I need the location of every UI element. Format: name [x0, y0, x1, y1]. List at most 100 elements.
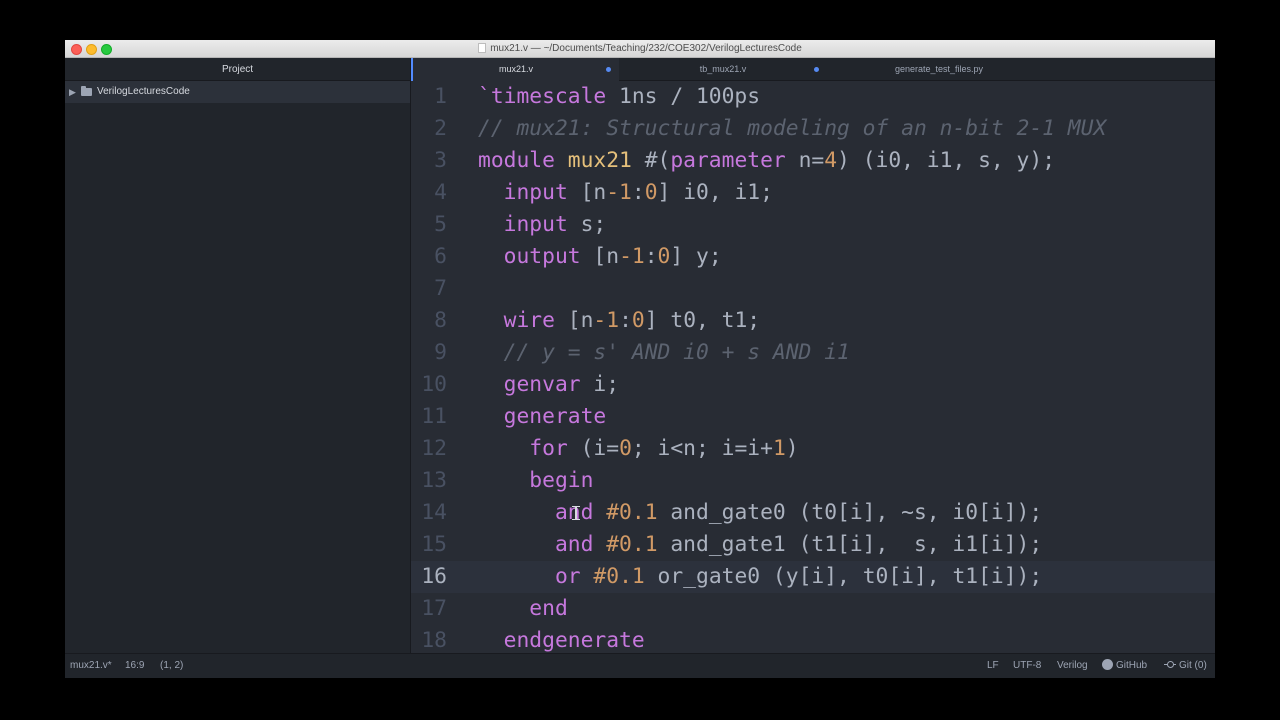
code-text: input [n-1:0] i0, i1;	[478, 177, 773, 209]
title-bar: mux21.v — ~/Documents/Teaching/232/COE30…	[65, 40, 1215, 58]
line-number: 10	[421, 372, 447, 397]
code-token: )	[785, 436, 799, 461]
status-cursor-position[interactable]: 16:9	[125, 654, 144, 678]
code-token: for	[529, 436, 568, 461]
text-cursor-icon	[572, 506, 580, 520]
line-number: 16	[421, 564, 447, 589]
code-token: [n	[554, 308, 594, 333]
code-token: and	[554, 532, 594, 557]
status-grammar[interactable]: Verilog	[1057, 654, 1088, 678]
code-token: s;	[567, 212, 607, 237]
code-token: end	[529, 596, 568, 621]
code-token: [n	[567, 180, 607, 205]
code-text: module mux21 #(parameter n=4) (i0, i1, s…	[478, 145, 1055, 177]
code-line[interactable]: 16 or #0.1 or_gate0 (y[i], t0[i], t1[i])…	[411, 561, 1215, 593]
line-number: 13	[421, 468, 447, 493]
status-encoding[interactable]: UTF-8	[1013, 654, 1041, 678]
status-git[interactable]: Git (0)	[1164, 654, 1207, 678]
line-number: 4	[434, 180, 447, 205]
code-token: // y = s' AND i0 + s AND i1	[503, 340, 850, 365]
tab-label: generate_test_files.py	[894, 64, 984, 74]
code-line[interactable]: 9 // y = s' AND i0 + s AND i1	[411, 337, 1215, 369]
code-text: // mux21: Structural modeling of an n-bi…	[478, 113, 1106, 145]
code-token: and_gate1 (t1[i], s, i1[i]);	[657, 532, 1043, 557]
github-label: GitHub	[1116, 660, 1148, 671]
status-github[interactable]: GitHub	[1102, 654, 1147, 678]
tree-item-verilog-lectures-code[interactable]: ▶ VerilogLecturesCode	[65, 81, 410, 103]
code-text: wire [n-1:0] t0, t1;	[478, 305, 760, 337]
code-editor[interactable]: 1 `timescale 1ns / 100ps 2 // mux21: Struct…	[411, 81, 1215, 653]
code-line[interactable]: 5 input s;	[411, 209, 1215, 241]
tab-label: tb_mux21.v	[699, 64, 747, 74]
code-token: 1ns / 100ps	[606, 84, 761, 109]
line-number: 8	[434, 308, 447, 333]
code-token: ] y;	[670, 244, 722, 269]
code-token: parameter	[670, 148, 786, 173]
code-line[interactable]: 1 `timescale 1ns / 100ps	[411, 81, 1215, 113]
code-line[interactable]: 13 begin	[411, 465, 1215, 497]
line-number: 3	[434, 148, 447, 173]
code-line[interactable]: 14 and #0.1 and_gate0 (t0[i], ~s, i0[i])…	[411, 497, 1215, 529]
code-line[interactable]: 8 wire [n-1:0] t0, t1;	[411, 305, 1215, 337]
sidebar-header: Project	[65, 58, 410, 81]
git-label: Git (0)	[1179, 660, 1207, 671]
code-line[interactable]: 3 module mux21 #(parameter n=4) (i0, i1, …	[411, 145, 1215, 177]
status-bar: mux21.v* 16:9 (1, 2) LF UTF-8 Verilog Gi…	[65, 653, 1215, 678]
chevron-right-icon[interactable]: ▶	[69, 81, 76, 103]
document-icon	[478, 43, 487, 53]
tab-tb-mux21[interactable]: tb_mux21.v	[619, 58, 827, 81]
status-line-ending[interactable]: LF	[987, 654, 999, 678]
status-file-name[interactable]: mux21.v*	[70, 654, 112, 678]
code-line[interactable]: 17 end	[411, 593, 1215, 625]
line-number: 5	[434, 212, 447, 237]
line-number: 14	[421, 500, 447, 525]
line-number: 15	[421, 532, 447, 557]
code-token: input	[503, 180, 568, 205]
line-number: 9	[434, 340, 447, 365]
code-token: :	[644, 244, 658, 269]
code-line[interactable]: 18 endgenerate	[411, 625, 1215, 653]
code-token: input	[503, 212, 568, 237]
folder-icon	[81, 86, 92, 96]
code-token: or_gate0 (y[i], t0[i], t1[i]);	[644, 564, 1043, 589]
code-text: begin	[478, 465, 593, 497]
git-commit-icon	[1164, 659, 1176, 670]
code-line[interactable]: 11 generate	[411, 401, 1215, 433]
code-line[interactable]: 2 // mux21: Structural modeling of an n-b…	[411, 113, 1215, 145]
code-text: `timescale 1ns / 100ps	[478, 81, 760, 113]
code-line[interactable]: 4 input [n-1:0] i0, i1;	[411, 177, 1215, 209]
code-token: 0	[657, 244, 671, 269]
github-icon	[1102, 659, 1113, 670]
code-token: endgenerate	[503, 628, 645, 653]
code-line[interactable]: 7	[411, 273, 1215, 305]
status-selection-count[interactable]: (1, 2)	[160, 654, 183, 678]
modified-dot-icon	[606, 67, 611, 72]
project-sidebar: Project ▶ VerilogLecturesCode	[65, 58, 411, 653]
tab-generate-test-files[interactable]: generate_test_files.py	[827, 58, 1051, 81]
code-line[interactable]: 10 genvar i;	[411, 369, 1215, 401]
code-token: 0	[644, 180, 658, 205]
code-text: or #0.1 or_gate0 (y[i], t0[i], t1[i]);	[478, 561, 1042, 593]
code-token: -1	[606, 180, 632, 205]
code-line[interactable]: 12 for (i=0; i<n; i=i+1)	[411, 433, 1215, 465]
code-token: module	[478, 148, 555, 173]
code-text: and #0.1 and_gate0 (t0[i], ~s, i0[i]);	[478, 497, 1042, 529]
code-token: :	[631, 180, 645, 205]
tab-mux21[interactable]: mux21.v	[411, 58, 619, 81]
code-token: -1	[593, 308, 620, 333]
code-token: wire	[503, 308, 555, 333]
code-token: generate	[503, 404, 607, 429]
tree-item-label: VerilogLecturesCode	[97, 86, 190, 97]
line-number: 17	[421, 596, 447, 621]
code-line[interactable]: 15 and #0.1 and_gate1 (t1[i], s, i1[i]);	[411, 529, 1215, 561]
code-line[interactable]: 6 output [n-1:0] y;	[411, 241, 1215, 273]
code-token: #0.1	[606, 500, 658, 525]
line-number: 18	[421, 628, 447, 653]
